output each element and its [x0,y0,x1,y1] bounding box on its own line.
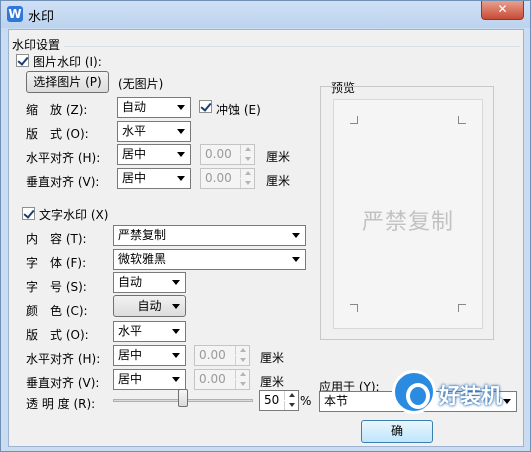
text-valign-select[interactable]: 居中 [113,369,186,390]
washout-label: 冲蚀 (E) [216,103,261,117]
logo-text: 好装机 [439,384,502,408]
spin-up-icon[interactable] [235,370,249,379]
text-layout-select[interactable]: 水平 [113,321,186,342]
image-halign-unit: 厘米 [266,150,291,164]
content-value: 严禁复制 [118,228,167,242]
image-valign-offset-spinner[interactable]: 0.00 [200,168,255,189]
content-label: 内 容 (T): [26,232,87,246]
chevron-down-icon [172,377,180,382]
spin-down-icon[interactable] [240,179,254,188]
spin-down-icon[interactable] [235,356,249,365]
text-valign-offset: 0.00 [199,372,226,386]
chevron-down-icon [172,280,180,285]
text-halign-value: 居中 [118,348,143,362]
logo-icon [392,370,436,414]
chevron-down-icon [177,129,185,134]
image-valign-label: 垂直对齐 (V): [26,175,100,189]
spin-up-icon[interactable] [284,391,298,400]
transparency-slider-thumb[interactable] [178,389,188,407]
preview-page: 严禁复制 [333,99,483,329]
group-divider [12,46,520,47]
image-valign-select[interactable]: 居中 [117,168,191,189]
wps-app-icon: W [7,6,23,22]
crop-mark-bottom-right [458,304,466,312]
close-button[interactable]: ✕ [481,1,524,20]
spin-up-icon[interactable] [240,169,254,178]
no-image-label: (无图片) [118,77,164,91]
transparency-value: 50 [264,393,280,407]
image-valign-offset: 0.00 [205,171,232,185]
image-watermark-checkbox[interactable] [16,54,29,67]
crop-mark-top-left [350,116,358,124]
image-watermark-label: 图片水印 (I): [33,55,102,69]
image-valign-value: 居中 [122,171,147,185]
transparency-spinner[interactable]: 50 [259,390,299,411]
font-value: 微软雅黑 [118,252,167,266]
scale-value: 自动 [122,100,147,114]
scale-select[interactable]: 自动 [117,97,191,118]
scale-label: 缩 放 (Z): [26,103,88,117]
spin-down-icon[interactable] [284,401,298,410]
image-halign-select[interactable]: 居中 [117,144,191,165]
chevron-down-icon [177,152,185,157]
chevron-down-icon [177,176,185,181]
image-layout-label: 版 式 (O): [26,127,89,141]
text-layout-label: 版 式 (O): [26,328,89,342]
color-value: 自动 [137,299,162,313]
crop-mark-bottom-left [350,304,358,312]
text-halign-offset: 0.00 [199,348,226,362]
chevron-down-icon [292,233,300,238]
text-halign-unit: 厘米 [260,351,285,365]
chevron-down-icon [177,105,185,110]
crop-mark-top-right [458,116,466,124]
image-layout-select[interactable]: 水平 [117,121,191,142]
watermark-dialog: W 水印 ✕ 水印设置 图片水印 (I): 选择图片 (P) (无图片) 缩 放… [0,0,531,452]
image-halign-offset-spinner[interactable]: 0.00 [200,144,255,165]
window-title: 水印 [28,10,55,25]
spin-down-icon[interactable] [240,155,254,164]
spin-down-icon[interactable] [235,380,249,389]
transparency-percent: % [300,394,312,408]
group-title: 水印设置 [12,36,65,53]
chevron-down-icon [172,329,180,334]
content-select[interactable]: 严禁复制 [113,225,306,246]
font-label: 字 体 (F): [26,256,87,270]
transparency-label: 透 明 度 (R): [26,397,96,411]
image-halign-label: 水平对齐 (H): [26,151,101,165]
text-halign-offset-spinner[interactable]: 0.00 [194,345,250,366]
color-label: 颜 色 (C): [26,304,88,318]
size-label: 字 号 (S): [26,280,87,294]
text-watermark-label: 文字水印 (X) [39,208,109,222]
text-valign-offset-spinner[interactable]: 0.00 [194,369,250,390]
choose-image-button[interactable]: 选择图片 (P) [26,71,109,93]
apply-to-value: 本节 [324,394,349,408]
preview-frame: 严禁复制 [320,86,494,340]
text-halign-label: 水平对齐 (H): [26,352,101,366]
color-picker-button[interactable]: 自动 [113,295,186,317]
image-halign-value: 居中 [122,147,147,161]
chevron-down-icon [292,257,300,262]
chevron-down-icon [172,304,180,309]
text-valign-value: 居中 [118,372,143,386]
spin-up-icon[interactable] [235,346,249,355]
text-layout-value: 水平 [118,324,143,338]
font-select[interactable]: 微软雅黑 [113,249,306,270]
image-halign-offset: 0.00 [205,147,232,161]
image-valign-unit: 厘米 [266,174,291,188]
washout-checkbox[interactable] [199,100,212,113]
image-layout-value: 水平 [122,124,147,138]
size-select[interactable]: 自动 [113,272,186,293]
text-valign-label: 垂直对齐 (V): [26,376,100,390]
chevron-down-icon [172,353,180,358]
site-logo: 好装机 [389,369,524,449]
text-valign-unit: 厘米 [260,375,285,389]
preview-watermark-text: 严禁复制 [361,210,454,235]
text-watermark-checkbox[interactable] [22,207,35,220]
spin-up-icon[interactable] [240,145,254,154]
title-bar[interactable]: W 水印 ✕ [1,1,530,28]
size-value: 自动 [118,275,143,289]
text-halign-select[interactable]: 居中 [113,345,186,366]
